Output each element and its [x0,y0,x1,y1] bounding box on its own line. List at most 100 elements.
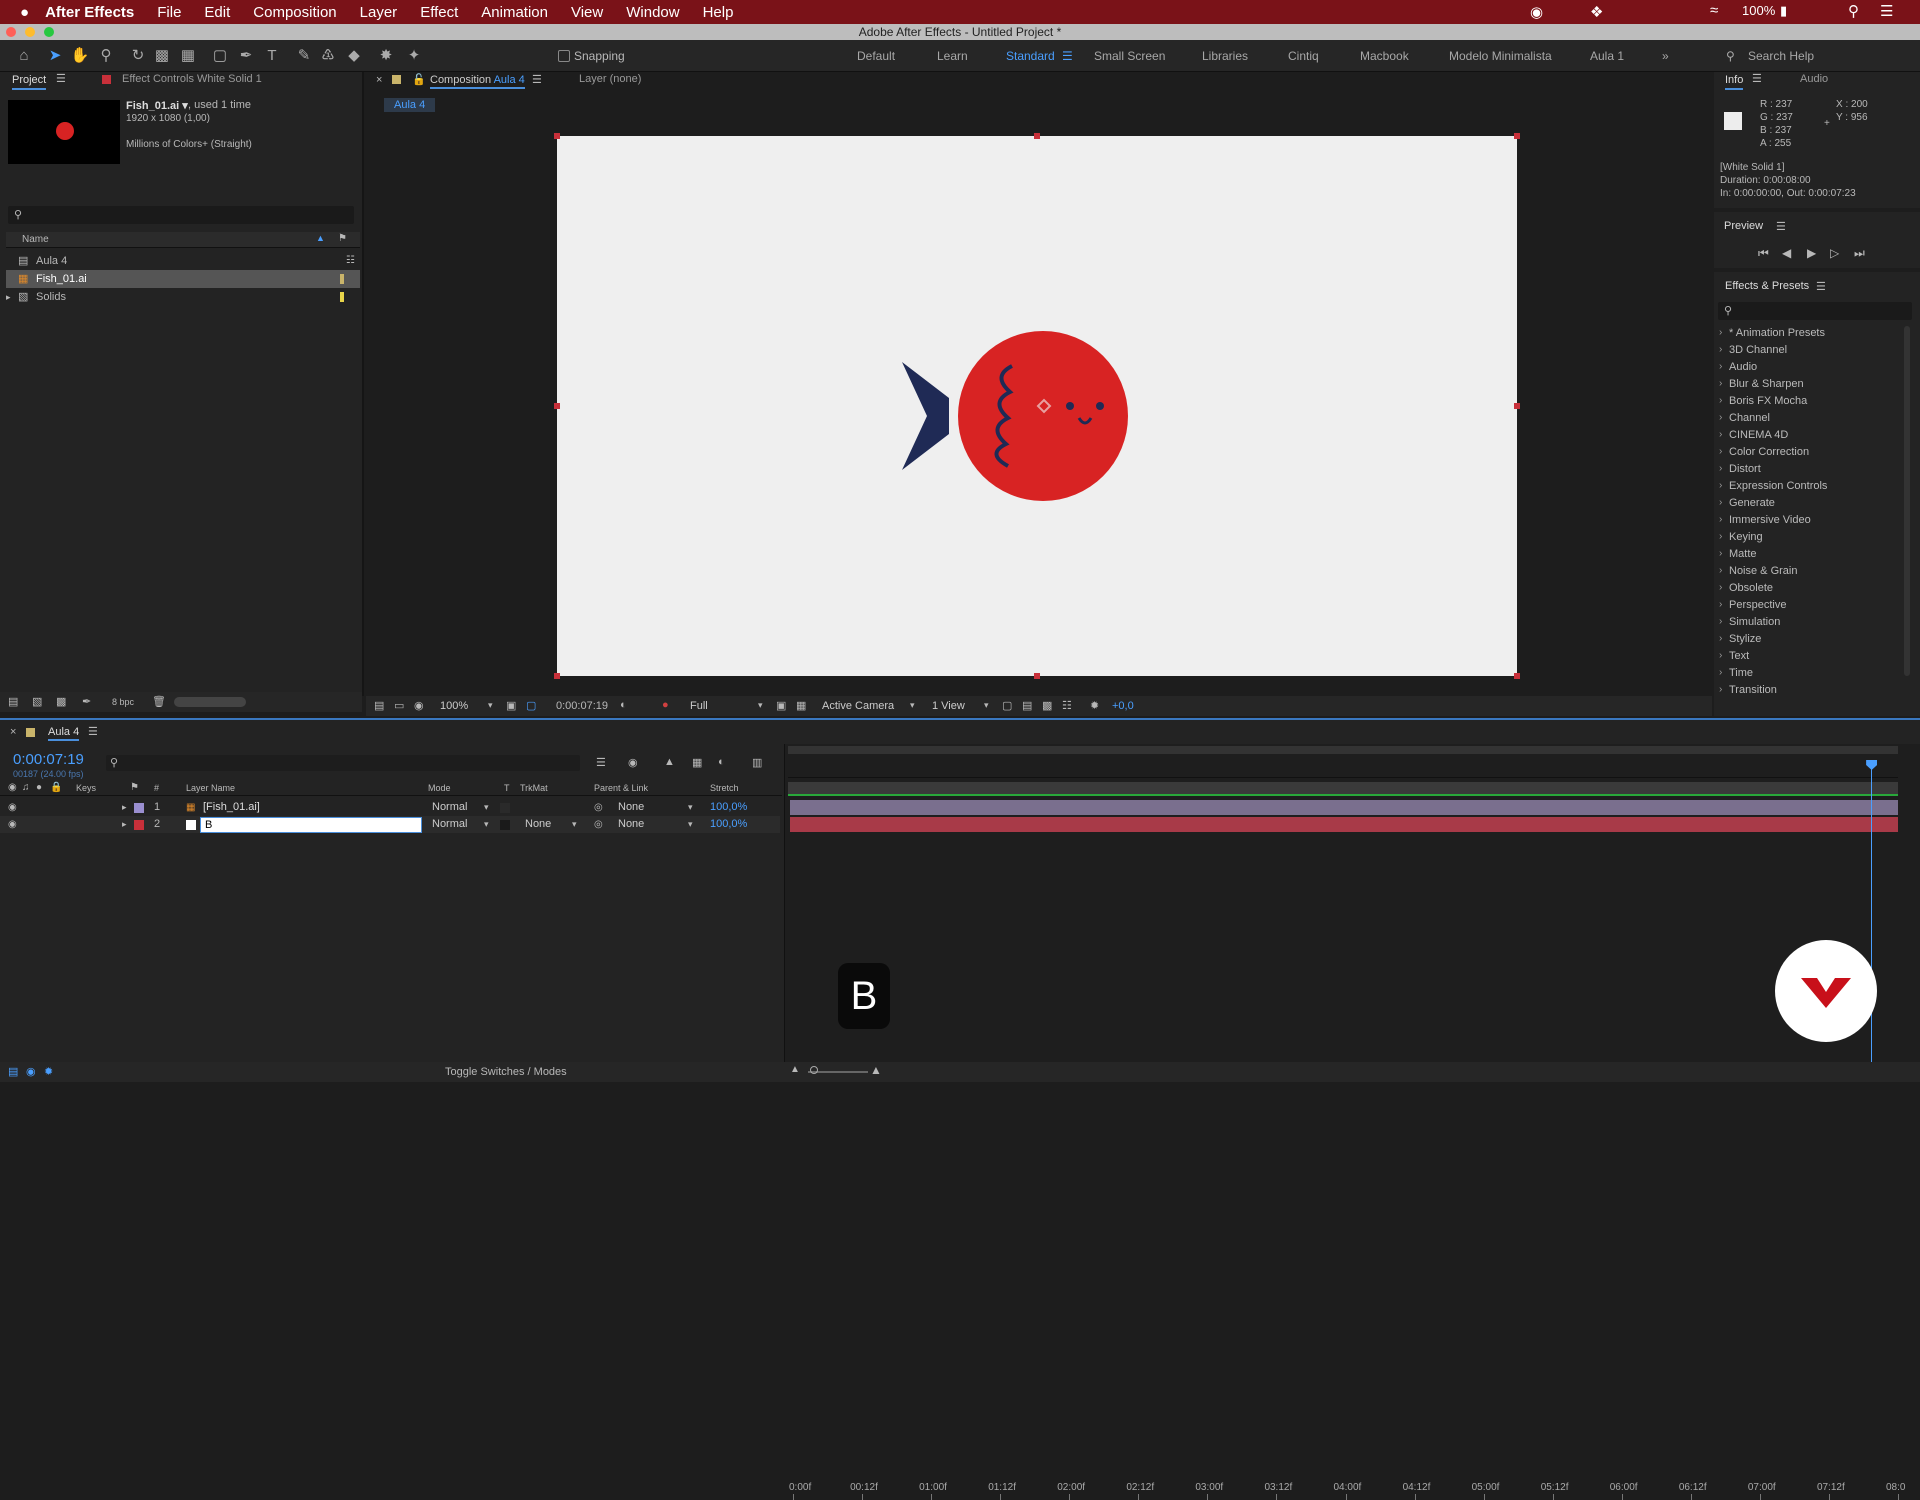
draft-3d-icon[interactable]: ◉ [628,756,638,769]
snapping-checkbox[interactable] [558,50,570,62]
in-out-icon[interactable]: ✹ [44,1065,53,1078]
parent-select[interactable]: None [618,816,644,833]
layer-label-color[interactable] [134,803,144,813]
chevron-right-icon[interactable]: › [1719,582,1722,593]
chevron-right-icon[interactable]: › [1719,429,1722,440]
effect-category[interactable]: Text [1729,650,1749,662]
chevron-right-icon[interactable]: › [1719,480,1722,491]
audio-column-icon[interactable]: ♫ [22,782,30,793]
effect-category[interactable]: Blur & Sharpen [1729,378,1804,390]
zoom-select[interactable]: 100% [440,700,468,712]
workspace-default[interactable]: Default [857,49,895,63]
workspace-aula-1[interactable]: Aula 1 [1590,49,1624,63]
effect-category[interactable]: Matte [1729,548,1757,560]
comp-breadcrumb[interactable]: Aula 4 [384,98,436,112]
effects-search-input[interactable]: ⚲ [1718,302,1912,320]
tab-project[interactable]: Project [12,72,47,90]
timeline-current-time[interactable]: 0:00:07:19 [13,751,84,768]
chevron-right-icon[interactable]: › [1719,633,1722,644]
effect-category[interactable]: Perspective [1729,599,1786,611]
snapshot-icon[interactable]: ◐ [620,699,627,711]
more-workspaces-icon[interactable]: » [1662,49,1669,63]
chevron-right-icon[interactable]: › [1719,548,1722,559]
control-center-icon[interactable]: ☰ [1880,2,1893,20]
pan-behind-tool-icon[interactable]: ▦ [176,40,200,72]
effect-category[interactable]: 3D Channel [1729,344,1787,356]
panel-menu-icon[interactable]: ☰ [1816,280,1826,293]
clone-stamp-tool-icon[interactable]: ♳ [316,40,340,72]
reset-exposure-icon[interactable]: ✹ [1090,699,1099,712]
close-window-button[interactable] [6,27,16,37]
home-icon[interactable]: ⌂ [12,40,36,72]
label-column-icon[interactable]: ⚑ [338,233,347,244]
chevron-right-icon[interactable]: › [1719,446,1722,457]
pick-whip-icon[interactable]: ◎ [594,816,603,833]
chevron-right-icon[interactable]: › [1719,395,1722,406]
color-channels-icon[interactable]: ● [662,699,669,711]
menu-view[interactable]: View [571,4,603,21]
exposure-value[interactable]: +0,0 [1112,700,1134,712]
dropbox-icon[interactable]: ❖ [1590,3,1603,21]
mask-icon[interactable]: ▢ [526,699,536,712]
interpret-footage-icon[interactable]: ▤ [8,695,18,708]
views-select[interactable]: 1 View [932,700,965,712]
effect-category[interactable]: Color Correction [1729,446,1809,458]
toggle-switches-modes-button[interactable]: Toggle Switches / Modes [445,1066,567,1078]
workspace-macbook[interactable]: Macbook [1360,49,1409,63]
monitor-icon[interactable]: ▭ [394,699,404,712]
effect-category[interactable]: Transition [1729,684,1777,696]
stretch-value[interactable]: 100,0% [710,799,747,816]
layer-search-input[interactable]: ⚲ [106,755,580,771]
parent-select[interactable]: None [618,799,644,816]
workspace-small-screen[interactable]: Small Screen [1094,49,1165,63]
workspace-learn[interactable]: Learn [937,49,968,63]
camera-select[interactable]: Active Camera [822,700,894,712]
tab-layer[interactable]: Layer (none) [579,73,641,85]
roto-brush-tool-icon[interactable]: ✸ [374,40,398,72]
chevron-right-icon[interactable]: › [1719,497,1722,508]
eraser-tool-icon[interactable]: ◆ [342,40,366,72]
effect-category[interactable]: Immersive Video [1729,514,1811,526]
wifi-icon[interactable]: ≈ [1710,2,1718,19]
project-item-comp[interactable]: ▤ Aula 4 ☷ [6,252,360,270]
adjust-settings-icon[interactable]: ✒ [82,695,91,708]
workspace-menu-icon[interactable]: ☰ [1062,49,1073,63]
minimize-window-button[interactable] [25,27,35,37]
previous-frame-icon[interactable]: ◀ [1782,246,1791,260]
graph-editor-icon[interactable]: ▥ [752,756,762,769]
effect-category[interactable]: * Animation Presets [1729,327,1825,339]
fish-artwork[interactable] [557,136,1517,676]
always-preview-icon[interactable]: ▤ [374,699,384,712]
trkmat-select[interactable]: None [525,816,551,833]
pick-whip-icon[interactable]: ◎ [594,799,603,816]
effect-category[interactable]: Generate [1729,497,1775,509]
composition-mini-flowchart-icon[interactable]: ☰ [596,756,606,769]
zoom-in-icon[interactable]: ▲ [870,1063,882,1077]
panel-menu-icon[interactable]: ☰ [88,725,98,738]
flowchart-icon[interactable]: ☷ [1062,699,1072,712]
tab-info[interactable]: Info [1725,72,1744,90]
close-tab-icon[interactable]: × [376,74,382,86]
chevron-right-icon[interactable]: › [1719,327,1722,338]
trash-icon[interactable]: 🗑 [152,695,166,708]
tab-effect-controls[interactable]: Effect Controls White Solid 1 [122,73,262,85]
layer-row-2[interactable]: ◉ ▸ 2 Normal ▾ None ▾ ◎ None ▾ 100,0% [0,816,780,833]
next-frame-icon[interactable]: ▷ [1830,246,1839,260]
column-layer-name[interactable]: Layer Name [186,783,235,793]
visibility-column-icon[interactable]: ◉ [8,782,17,793]
layer-switches-icon[interactable]: ▤ [8,1065,18,1078]
time-ruler[interactable] [788,756,1898,778]
menu-window[interactable]: Window [626,4,679,21]
expand-arrow-icon[interactable]: ▸ [122,799,127,816]
composition-canvas[interactable] [554,133,1520,679]
play-icon[interactable]: ▶ [1807,246,1816,260]
chevron-right-icon[interactable]: › [1719,412,1722,423]
frame-blending-icon[interactable]: ▦ [692,756,702,769]
chevron-right-icon[interactable]: › [1719,514,1722,525]
panel-menu-icon[interactable]: ☰ [1776,220,1786,233]
project-item-solids[interactable]: ▸ ▧ Solids [6,288,360,306]
effects-scrollbar[interactable] [1904,326,1910,676]
menu-composition[interactable]: Composition [253,4,336,21]
mode-select[interactable]: Normal [432,799,467,816]
workspace-cintiq[interactable]: Cintiq [1288,49,1319,63]
